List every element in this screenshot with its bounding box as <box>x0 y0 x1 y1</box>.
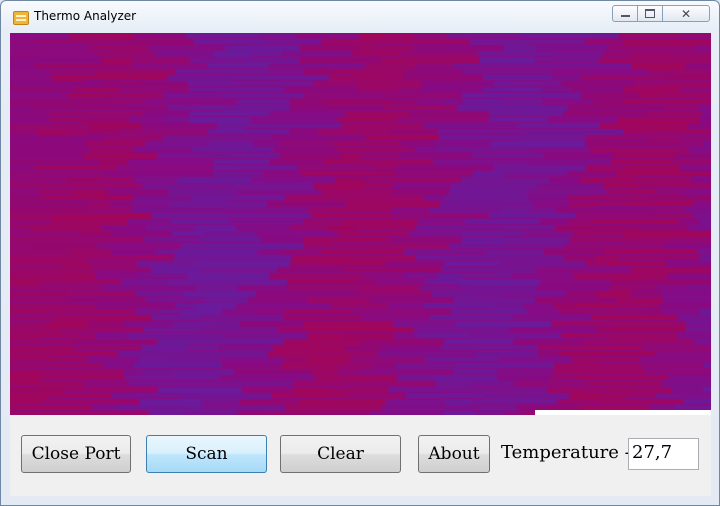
app-window: Thermo Analyzer ✕ Close Port Scan Clear … <box>0 0 720 506</box>
close-port-button[interactable]: Close Port <box>21 435 131 473</box>
temperature-field[interactable]: 27,7 <box>628 438 699 470</box>
scan-button[interactable]: Scan <box>146 435 267 473</box>
window-title: Thermo Analyzer <box>34 9 137 23</box>
maximize-icon <box>645 9 655 18</box>
close-window-button[interactable]: ✕ <box>662 5 710 22</box>
title-bar[interactable]: Thermo Analyzer ✕ <box>1 1 719 33</box>
app-folder-icon <box>13 11 29 25</box>
close-icon: ✕ <box>680 6 692 21</box>
maximize-button[interactable] <box>637 5 663 22</box>
minimize-button[interactable] <box>612 5 638 22</box>
temperature-label: Temperature - <box>501 442 631 463</box>
clear-button[interactable]: Clear <box>280 435 401 473</box>
about-button[interactable]: About <box>418 435 490 473</box>
minimize-icon <box>620 15 630 17</box>
thermal-image-view <box>10 33 711 415</box>
